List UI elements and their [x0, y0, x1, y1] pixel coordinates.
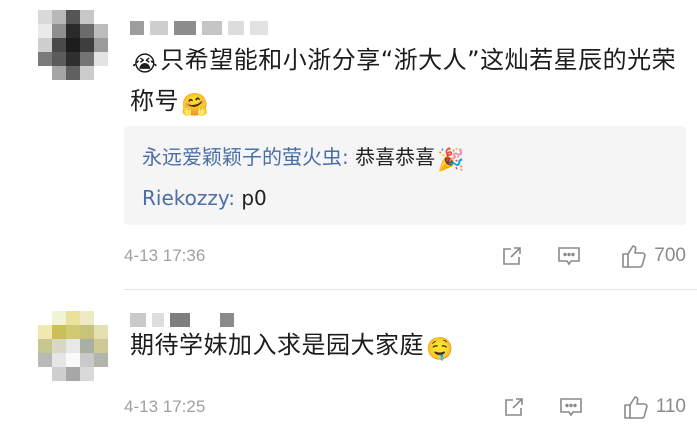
avatar[interactable] — [38, 311, 108, 381]
like-count: 700 — [654, 245, 686, 266]
reply-text: p0 — [241, 186, 267, 210]
reply-separator: : — [228, 186, 242, 210]
reply-username[interactable]: Riekozzy — [142, 186, 228, 210]
reply-separator: : — [342, 145, 356, 169]
timestamp: 4-13 17:25 — [124, 397, 206, 416]
timestamp: 4-13 17:36 — [124, 246, 206, 265]
share-icon — [504, 398, 523, 416]
reply-username[interactable]: 永远爱颖颖子的萤火虫 — [142, 145, 342, 169]
action-bar: 700 — [500, 242, 686, 270]
share-icon — [503, 247, 522, 265]
action-bar: 110 — [502, 393, 686, 421]
avatar[interactable] — [38, 10, 108, 80]
comment-body: 只希望能和小浙分享“浙大人”这灿若星辰的光荣称号 — [130, 46, 677, 115]
comment-item: 期待学妹加入求是园大家庭🤤 4-13 17:25 110 — [0, 290, 697, 443]
share-button[interactable] — [500, 244, 524, 268]
thumbs-up-icon — [622, 245, 646, 268]
thumbs-up-icon — [623, 396, 648, 419]
comment-meta: 4-13 17:25 110 — [124, 393, 686, 421]
username-masked[interactable] — [130, 20, 268, 36]
replies-box[interactable]: 永远爱颖颖子的萤火虫: 恭喜恭喜🎉 Riekozzy: p0 — [124, 126, 686, 225]
comment-item: 😭只希望能和小浙分享“浙大人”这灿若星辰的光荣称号🤗 永远爱颖颖子的萤火虫: 恭… — [0, 0, 697, 290]
drooling-emoji-icon: 🤤 — [426, 337, 454, 362]
comment-icon — [558, 247, 581, 266]
comment-body: 期待学妹加入求是园大家庭 — [130, 331, 424, 359]
comment-text: 😭只希望能和小浙分享“浙大人”这灿若星辰的光荣称号🤗 — [130, 42, 690, 124]
comment-meta: 4-13 17:36 700 — [124, 242, 686, 270]
like-button[interactable]: 700 — [620, 243, 686, 269]
reply-item: 永远爱颖颖子的萤火虫: 恭喜恭喜🎉 — [142, 140, 668, 176]
share-button[interactable] — [502, 395, 526, 419]
comment-icon — [559, 398, 582, 417]
hug-emoji-icon: 🤗 — [181, 93, 209, 118]
reply-text: 恭喜恭喜 — [355, 145, 436, 169]
reply-item: Riekozzy: p0 — [142, 181, 668, 217]
like-count: 110 — [655, 396, 686, 417]
username-masked[interactable] — [130, 312, 234, 328]
like-button[interactable]: 110 — [622, 394, 686, 420]
reply-button[interactable] — [558, 395, 584, 419]
crying-emoji-icon: 😭 — [132, 52, 159, 77]
reply-button[interactable] — [556, 244, 582, 268]
comment-text: 期待学妹加入求是园大家庭🤤 — [130, 327, 670, 368]
party-popper-emoji-icon: 🎉 — [437, 148, 465, 173]
